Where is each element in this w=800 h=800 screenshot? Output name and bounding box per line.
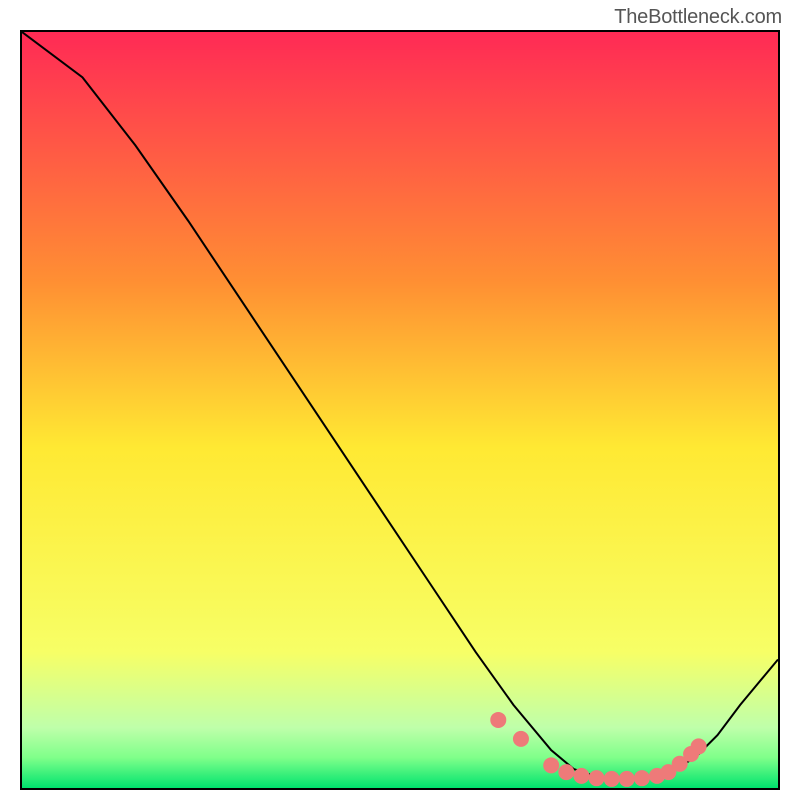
marker-point [513,731,529,747]
attribution-label: TheBottleneck.com [614,6,782,29]
chart-svg [22,32,778,788]
plot-area [20,30,780,790]
marker-point [490,712,506,728]
marker-point [543,757,559,773]
marker-point [558,764,574,780]
marker-point [573,768,589,784]
marker-point [604,771,620,787]
marker-point [589,770,605,786]
marker-point [619,771,635,787]
marker-point [691,738,707,754]
marker-point [634,770,650,786]
chart-container: TheBottleneck.com [0,0,800,800]
